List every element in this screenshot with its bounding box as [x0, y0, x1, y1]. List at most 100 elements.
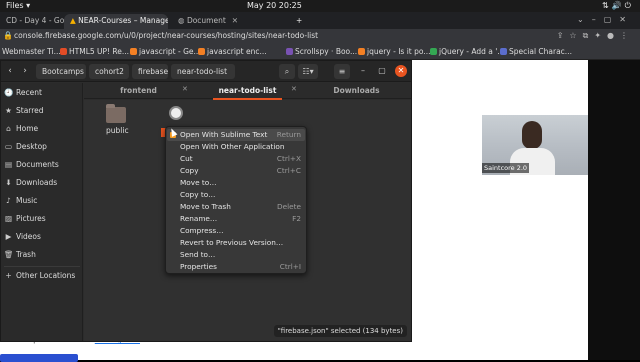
bookmark-item[interactable]: jQuery - Add a '...	[430, 47, 504, 56]
view-toggle-button[interactable]: ☷▾	[298, 64, 318, 79]
maximize-button[interactable]: ▢	[376, 65, 388, 77]
close-button[interactable]: ✕	[395, 65, 407, 77]
close-icon[interactable]: ✕	[291, 85, 297, 93]
menu-item-label: Rename…	[180, 214, 218, 223]
tab-title: Document	[186, 16, 226, 25]
menu-item-open-with-other[interactable]: Open With Other Application	[167, 141, 305, 153]
browser-tab[interactable]: ◍ Document ✕	[172, 14, 282, 29]
sidebar-item-videos[interactable]: ▶ Videos	[4, 230, 41, 244]
places-sidebar: 🕘 Recent ★ Starred ⌂ Home ▭ Desktop ▤ Documen…	[1, 83, 83, 341]
breadcrumb-near-todo-list[interactable]: near-todo-list ▾	[171, 64, 235, 91]
bookmark-label: javascript enc...	[207, 47, 267, 56]
menu-item-move-to[interactable]: Move to…	[167, 177, 305, 189]
bookmark-label: HTML5 UP! Re...	[69, 47, 130, 56]
app-menu[interactable]: Files ▾	[6, 1, 30, 10]
minimize-button[interactable]: –	[357, 65, 369, 77]
tab-label: Downloads	[333, 86, 380, 95]
menu-button[interactable]: ≡	[334, 64, 350, 79]
sidebar-item-recent[interactable]: 🕘 Recent	[4, 86, 42, 100]
folder-icon[interactable]	[106, 104, 126, 123]
menu-item-copy-to[interactable]: Copy to…	[167, 189, 305, 201]
sidebar-item-other-locations[interactable]: + Other Locations	[4, 269, 75, 283]
dark-margin	[588, 60, 640, 360]
tab-downloads[interactable]: Downloads	[302, 86, 411, 95]
bookmark-star-icon[interactable]: ☆	[569, 31, 582, 40]
browser-tab-strip: CD - Day 4 - Goo ▲ NEAR-Courses – Manage…	[0, 12, 640, 29]
file-name[interactable]: public	[106, 126, 129, 135]
bookmark-item[interactable]: Special Charac...	[500, 47, 572, 56]
maximize-icon[interactable]: ▢	[604, 15, 620, 24]
breadcrumb-bootcamps[interactable]: Bootcamps	[36, 64, 86, 79]
system-tray[interactable]: ⇅🔊⏻	[602, 1, 634, 11]
globe-icon: ◍	[178, 16, 187, 25]
bookmark-item[interactable]: Webmaster Ti...	[2, 47, 61, 56]
bookmark-item[interactable]: javascript - Ge...	[130, 47, 201, 56]
sidebar-item-label: Downloads	[16, 178, 58, 187]
participant-name: Saintcore 2.0	[482, 163, 530, 173]
primary-button[interactable]	[0, 354, 78, 362]
picture-icon: ▨	[4, 214, 13, 223]
sidebar-item-documents[interactable]: ▤ Documents	[4, 158, 59, 172]
extension-icon[interactable]: ⧉	[583, 31, 595, 40]
tab-search-icon[interactable]: ⌄	[577, 15, 592, 24]
minimize-icon[interactable]: –	[592, 15, 604, 24]
sidebar-item-desktop[interactable]: ▭ Desktop	[4, 140, 47, 154]
tab-frontend[interactable]: frontend	[84, 86, 193, 95]
new-tab-button[interactable]: +	[290, 14, 304, 29]
search-button[interactable]: ⌕	[279, 64, 295, 79]
bootstrap-icon	[286, 48, 293, 55]
chevron-left-icon: ‹	[8, 66, 12, 76]
share-icon[interactable]: ⇪	[557, 31, 570, 40]
bookmark-favicon-icon	[500, 48, 507, 55]
json-file-icon[interactable]	[169, 106, 183, 120]
menu-item-send-to[interactable]: Send to…	[167, 249, 305, 261]
sidebar-item-label: Videos	[16, 232, 41, 241]
menu-icon[interactable]: ⋮	[620, 31, 634, 40]
document-icon: ▤	[4, 160, 13, 169]
status-bar: "firebase.json" selected (134 bytes)	[273, 325, 407, 337]
sidebar-item-pictures[interactable]: ▨ Pictures	[4, 212, 46, 226]
menu-item-compress[interactable]: Compress…	[167, 225, 305, 237]
extensions-icon[interactable]: ✦	[594, 31, 607, 40]
profile-avatar[interactable]: ●	[607, 31, 620, 40]
menu-item-properties[interactable]: Properties Ctrl+I	[167, 261, 305, 273]
close-icon[interactable]: ✕	[232, 16, 238, 25]
menu-item-label: Copy to…	[180, 190, 216, 199]
browser-tab-active[interactable]: ▲ NEAR-Courses – Manage✕	[64, 14, 168, 29]
system-clock[interactable]: May 20 20:25	[247, 1, 302, 10]
menu-item-label: Properties	[180, 262, 217, 271]
sidebar-item-trash[interactable]: 🗑 Trash	[4, 248, 36, 262]
menu-item-rename[interactable]: Rename… F2	[167, 213, 305, 225]
menu-shortcut: Delete	[277, 202, 301, 211]
bookmark-item[interactable]: jquery - Is it po...	[358, 47, 431, 56]
bookmark-item[interactable]: Scrollspy · Boo...	[286, 47, 357, 56]
breadcrumb-cohort2[interactable]: cohort2	[89, 64, 129, 79]
sidebar-item-downloads[interactable]: ⬇ Downloads	[4, 176, 57, 190]
menu-item-revert[interactable]: Revert to Previous Version…	[167, 237, 305, 249]
sidebar-item-starred[interactable]: ★ Starred	[4, 104, 43, 118]
tab-near-todo-list[interactable]: near-todo-list	[193, 86, 302, 100]
close-icon[interactable]: ✕	[182, 85, 188, 93]
tab-title: NEAR-Courses – Manage	[78, 16, 168, 25]
webcam-overlay: Saintcore 2.0	[482, 115, 588, 175]
bookmark-item[interactable]: HTML5 UP! Re...	[60, 47, 129, 56]
sidebar-item-music[interactable]: ♪ Music	[4, 194, 37, 208]
participant-head	[522, 121, 542, 149]
sidebar-item-label: Music	[16, 196, 38, 205]
bookmark-item[interactable]: javascript enc...	[198, 47, 267, 56]
back-button[interactable]: ‹	[3, 64, 17, 79]
tab-title: CD - Day 4 - Goo	[6, 16, 64, 25]
close-window-icon[interactable]: ✕	[619, 15, 634, 24]
music-icon: ♪	[6, 196, 11, 205]
sidebar-item-home[interactable]: ⌂ Home	[4, 122, 38, 136]
menu-item-move-to-trash[interactable]: Move to Trash Delete	[167, 201, 305, 213]
menu-item-open-with-sublime[interactable]: Open With Sublime Text Return	[167, 129, 305, 141]
menu-item-copy[interactable]: Copy Ctrl+C	[167, 165, 305, 177]
breadcrumb-firebase[interactable]: firebase	[132, 64, 168, 79]
forward-button[interactable]: ›	[18, 64, 32, 79]
clock-icon: 🕘	[4, 88, 14, 97]
menu-item-cut[interactable]: Cut Ctrl+X	[167, 153, 305, 165]
bookmark-label: jQuery - Add a '...	[439, 47, 505, 56]
url-field[interactable]: console.firebase.google.com/u/0/project/…	[12, 31, 552, 43]
browser-tab[interactable]: CD - Day 4 - Goo	[0, 14, 64, 29]
